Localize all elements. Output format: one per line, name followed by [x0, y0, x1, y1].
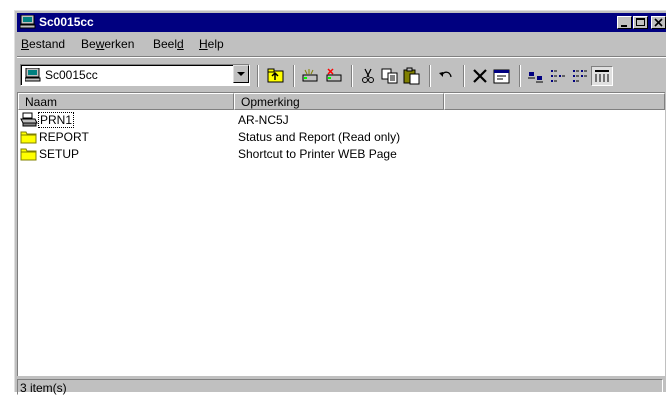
list-item[interactable]: REPORT Status and Report (Read only) — [18, 128, 618, 145]
item-note: Status and Report (Read only) — [238, 130, 401, 144]
minimize-icon — [621, 25, 627, 27]
folder-icon — [20, 131, 37, 144]
list-item[interactable]: SETUP Shortcut to Printer WEB Page — [18, 145, 618, 162]
menu-help[interactable]: Help — [199, 37, 224, 51]
delete-icon — [473, 69, 487, 83]
menu-bestand[interactable]: Bestand — [21, 37, 65, 51]
paste-button[interactable] — [401, 66, 423, 86]
computer-icon — [20, 15, 36, 29]
column-header-opmerking[interactable]: Opmerking — [234, 93, 444, 110]
list-icon — [573, 70, 587, 82]
delete-button[interactable] — [469, 66, 491, 86]
disconnect-drive-icon — [326, 68, 342, 82]
large-icons-button[interactable] — [525, 66, 547, 86]
status-text: 3 item(s) — [20, 381, 67, 395]
toolbar: Sc0015cc — [17, 58, 666, 90]
computer-icon — [25, 68, 41, 82]
menu-beeld[interactable]: Beeld — [153, 37, 184, 51]
cut-button[interactable] — [357, 66, 379, 86]
window-title: Sc0015cc — [39, 15, 94, 29]
column-header-naam[interactable]: Naam — [18, 93, 234, 110]
undo-icon — [439, 71, 452, 78]
small-icons-icon — [551, 70, 565, 82]
status-bar: 3 item(s) — [17, 379, 666, 395]
details-icon — [595, 70, 609, 82]
item-name: PRN1 — [37, 112, 75, 128]
paste-icon — [403, 67, 420, 85]
details-view-button[interactable] — [591, 66, 613, 86]
chevron-down-icon — [237, 72, 245, 76]
file-list[interactable]: Naam Opmerking PRN1 AR-NC5J REPORT Statu… — [17, 92, 665, 376]
title-bar[interactable]: Sc0015cc — [17, 13, 666, 32]
menu-bewerken[interactable]: Bewerken — [81, 37, 134, 51]
close-icon — [654, 18, 663, 27]
properties-icon — [493, 69, 510, 84]
large-icons-icon — [528, 72, 543, 83]
menu-bar: Bestand Bewerken Beeld Help — [17, 34, 666, 54]
minimize-button[interactable] — [617, 16, 632, 29]
scissors-icon — [362, 68, 374, 83]
undo-button[interactable] — [435, 66, 457, 86]
small-icons-button[interactable] — [547, 66, 569, 86]
address-combobox[interactable]: Sc0015cc — [20, 64, 250, 86]
close-button[interactable] — [651, 16, 666, 29]
item-name: SETUP — [39, 147, 80, 161]
item-name: REPORT — [39, 130, 89, 144]
list-item[interactable]: PRN1 AR-NC5J — [18, 111, 618, 128]
copy-button[interactable] — [379, 66, 401, 86]
maximize-button[interactable] — [633, 16, 648, 29]
item-note: AR-NC5J — [238, 113, 289, 127]
disconnect-drive-button[interactable] — [323, 66, 345, 86]
maximize-icon — [636, 18, 645, 26]
address-dropdown-button[interactable] — [233, 65, 249, 83]
printer-icon — [20, 112, 38, 127]
address-value: Sc0015cc — [45, 68, 98, 82]
folder-up-icon — [267, 68, 284, 83]
map-drive-icon — [302, 69, 318, 82]
up-one-level-button[interactable] — [265, 66, 287, 86]
list-view-button[interactable] — [569, 66, 591, 86]
copy-icon — [381, 68, 398, 84]
folder-icon — [20, 148, 37, 161]
properties-button[interactable] — [491, 66, 513, 86]
explorer-window: Sc0015cc Bestand Bewerken Beeld Help Sc0… — [14, 10, 666, 395]
item-note: Shortcut to Printer WEB Page — [238, 147, 397, 161]
column-header-empty — [444, 93, 665, 110]
map-network-drive-button[interactable] — [299, 66, 321, 86]
